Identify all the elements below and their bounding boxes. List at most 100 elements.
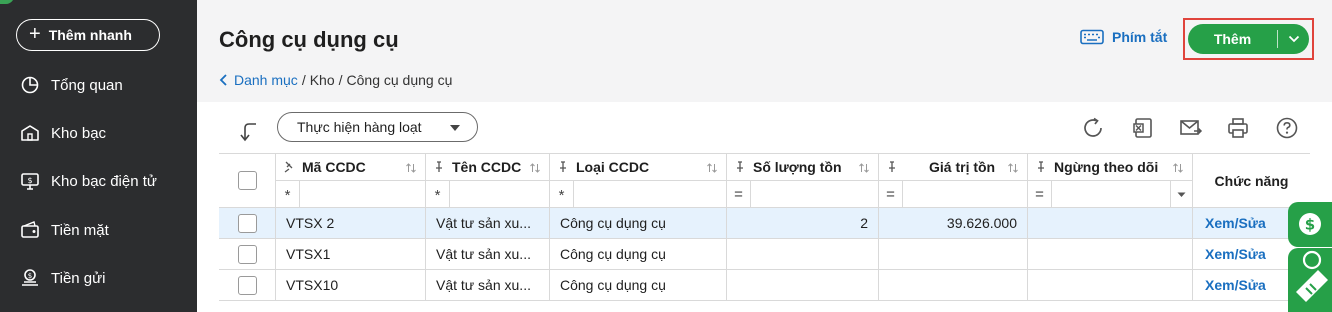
pin-icon[interactable]	[735, 161, 745, 173]
add-button[interactable]: Thêm	[1188, 24, 1309, 54]
sort-icon[interactable]	[858, 162, 870, 174]
column-header-code[interactable]: Mã CCDC	[276, 153, 426, 181]
cell-quantity	[727, 239, 879, 269]
bank-icon	[20, 123, 40, 143]
table-row[interactable]: VTSX10 Vật tư sản xu... Công cụ dụng cụ …	[219, 270, 1310, 301]
breadcrumb-item-current: Công cụ dụng cụ	[346, 72, 453, 88]
filter-stopped[interactable]: =	[1028, 180, 1193, 208]
sort-icon[interactable]	[1172, 162, 1184, 174]
bulk-action-label: Thực hiện hàng loạt	[297, 119, 422, 135]
dollar-icon: $	[1299, 213, 1321, 235]
brand-mark	[0, 0, 14, 4]
cell-value: 39.626.000	[879, 208, 1028, 238]
row-checkbox[interactable]	[237, 213, 257, 233]
row-checkbox-cell	[219, 270, 276, 300]
chevron-down-icon[interactable]	[1278, 35, 1309, 43]
filter-operator[interactable]: *	[426, 180, 450, 208]
row-checkbox[interactable]	[237, 244, 257, 264]
add-button-label[interactable]: Thêm	[1188, 31, 1277, 47]
print-icon[interactable]	[1226, 116, 1250, 140]
pin-icon[interactable]	[558, 161, 568, 173]
filter-type[interactable]: *	[550, 180, 727, 208]
svg-text:$: $	[27, 176, 32, 185]
svg-text:$: $	[1305, 216, 1315, 234]
keyboard-icon	[1080, 29, 1104, 45]
select-all-checkbox[interactable]	[237, 171, 257, 190]
select-all-cell	[219, 153, 276, 208]
pin-icon[interactable]	[434, 161, 444, 173]
sort-icon[interactable]	[529, 162, 541, 174]
pin-icon[interactable]	[1036, 161, 1046, 173]
cell-name: Vật tư sản xu...	[426, 208, 550, 238]
column-header-value[interactable]: Giá trị tồn	[879, 153, 1028, 181]
finance-widget-button[interactable]: $	[1288, 202, 1332, 247]
cell-type: Công cụ dụng cụ	[550, 239, 727, 269]
sidebar-item-label: Tổng quan	[51, 76, 123, 94]
column-header-label: Số lượng tồn	[753, 159, 842, 175]
shortcut-label: Phím tắt	[1112, 29, 1168, 45]
cell-quantity: 2	[727, 208, 879, 238]
sort-arrow-icon[interactable]	[239, 121, 261, 143]
sidebar-item-cash[interactable]: Tiền mặt	[0, 210, 197, 250]
column-header-label: Chức năng	[1214, 172, 1289, 189]
cash-icon	[20, 220, 40, 240]
cell-name: Vật tư sản xu...	[426, 270, 550, 300]
cell-stopped	[1028, 208, 1193, 238]
sort-icon[interactable]	[706, 162, 718, 174]
breadcrumb-item-warehouse[interactable]: Kho	[310, 72, 335, 88]
filter-operator[interactable]: =	[1028, 180, 1052, 208]
cell-code: VTSX10	[276, 270, 426, 300]
row-checkbox-cell	[219, 208, 276, 238]
pin-icon[interactable]	[284, 161, 294, 173]
filter-operator[interactable]: =	[727, 180, 751, 208]
cell-value	[879, 239, 1028, 269]
svg-text:$: $	[28, 272, 32, 280]
breadcrumb-item-category[interactable]: Danh mục	[234, 72, 298, 88]
sidebar-item-treasury[interactable]: Kho bạc	[0, 113, 197, 153]
row-checkbox[interactable]	[237, 275, 257, 295]
quick-add-label: Thêm nhanh	[48, 27, 132, 43]
filter-value[interactable]: =	[879, 180, 1028, 208]
help-icon[interactable]	[1275, 116, 1299, 140]
main-content: Công cụ dụng cụ Danh mục / Kho / Công cụ…	[197, 0, 1332, 312]
filter-code[interactable]: *	[276, 180, 426, 208]
support-widget-button[interactable]	[1288, 248, 1332, 312]
pin-icon[interactable]	[887, 161, 897, 173]
sort-icon[interactable]	[405, 162, 417, 174]
table-row[interactable]: VTSX1 Vật tư sản xu... Công cụ dụng cụ X…	[219, 239, 1310, 270]
excel-icon[interactable]	[1131, 116, 1155, 140]
caret-down-icon[interactable]	[1170, 181, 1192, 208]
column-header-type[interactable]: Loại CCDC	[550, 153, 727, 181]
email-icon[interactable]	[1179, 116, 1203, 140]
column-header-stopped[interactable]: Ngừng theo dõi	[1028, 153, 1193, 181]
refresh-icon[interactable]	[1081, 116, 1105, 140]
filter-operator[interactable]: =	[879, 180, 903, 208]
page-title: Công cụ dụng cụ	[219, 27, 399, 52]
sidebar-item-label: Tiền mặt	[51, 221, 109, 239]
filter-name[interactable]: *	[426, 180, 550, 208]
column-header-label: Mã CCDC	[302, 159, 366, 175]
filter-quantity[interactable]: =	[727, 180, 879, 208]
sort-icon[interactable]	[1007, 162, 1019, 174]
column-header-actions: Chức năng	[1193, 153, 1310, 208]
sidebar-item-label: Kho bạc điện tử	[51, 172, 157, 190]
deposit-icon: $	[20, 268, 40, 288]
table-row[interactable]: VTSX 2 Vật tư sản xu... Công cụ dụng cụ …	[219, 208, 1310, 239]
column-header-label: Giá trị tồn	[929, 159, 996, 175]
sidebar: + Thêm nhanh Tổng quan Kho bạc $ Kho bạc…	[0, 0, 197, 312]
bulk-action-dropdown[interactable]: Thực hiện hàng loạt	[277, 112, 478, 142]
quick-add-button[interactable]: + Thêm nhanh	[16, 19, 160, 51]
sidebar-item-e-treasury[interactable]: $ Kho bạc điện tử	[0, 161, 197, 201]
column-header-name[interactable]: Tên CCDC	[426, 153, 550, 181]
data-table: Mã CCDC Tên CCDC Loại CCDC Số lượng tồn …	[219, 153, 1310, 312]
cell-stopped	[1028, 239, 1193, 269]
filter-operator[interactable]: *	[276, 180, 300, 208]
cell-code: VTSX1	[276, 239, 426, 269]
column-header-quantity[interactable]: Số lượng tồn	[727, 153, 879, 181]
breadcrumb-back-link[interactable]: Danh mục	[219, 72, 298, 88]
sidebar-item-deposit[interactable]: $ Tiền gửi	[0, 258, 197, 298]
shortcut-button[interactable]: Phím tắt	[1080, 29, 1167, 45]
filter-operator[interactable]: *	[550, 180, 574, 208]
sidebar-item-overview[interactable]: Tổng quan	[0, 65, 197, 105]
ticket-icon	[1296, 250, 1328, 302]
